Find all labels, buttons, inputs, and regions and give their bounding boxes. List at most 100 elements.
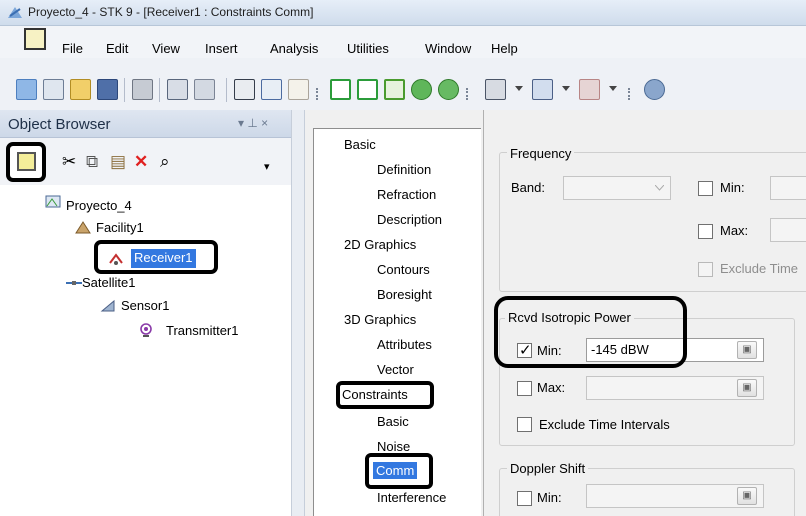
toolbar-separator — [159, 78, 160, 102]
tree-node-receiver[interactable]: Receiver1 — [131, 249, 196, 268]
search-analysis-icon[interactable] — [438, 79, 459, 100]
access-icon[interactable] — [330, 79, 351, 100]
rip-highlight — [494, 296, 687, 368]
globe-icon[interactable] — [644, 79, 665, 100]
freq-min-checkbox[interactable] — [698, 181, 713, 196]
units-icon[interactable]: ▣ — [737, 379, 757, 397]
settings-icon[interactable] — [485, 79, 506, 100]
globe-view-icon[interactable] — [16, 79, 37, 100]
nav-item-constraints-basic[interactable]: Basic — [377, 414, 409, 429]
menu-utilities[interactable]: Utilities — [347, 41, 389, 56]
nav-section-3d-graphics[interactable]: 3D Graphics — [344, 312, 416, 327]
toolbar-grip — [466, 88, 471, 100]
open-icon[interactable] — [70, 79, 91, 100]
freq-max-checkbox[interactable] — [698, 224, 713, 239]
nav-item-description[interactable]: Description — [377, 212, 442, 227]
chevron-down-icon[interactable] — [609, 86, 617, 92]
freq-exclude-label: Exclude Time — [720, 261, 799, 276]
doppler-min-checkbox[interactable] — [517, 491, 532, 506]
menu-analysis[interactable]: Analysis — [270, 41, 318, 56]
deck-icon[interactable] — [384, 79, 405, 100]
insert-icon[interactable] — [167, 79, 188, 100]
nav-item-interference[interactable]: Interference — [377, 490, 446, 505]
rip-exclude-label: Exclude Time Intervals — [539, 417, 670, 432]
nav-item-definition[interactable]: Definition — [377, 162, 431, 177]
object-browser-header: Object Browser ▾ ⊥ × — [0, 110, 291, 138]
chevron-down-icon — [655, 185, 664, 191]
nav-item-contours[interactable]: Contours — [377, 262, 430, 277]
doppler-min-label: Min: — [537, 490, 562, 505]
window-icon[interactable] — [532, 79, 553, 100]
units-icon[interactable]: ▣ — [737, 487, 757, 505]
freq-max-field[interactable] — [770, 218, 806, 242]
properties-button[interactable] — [6, 142, 46, 182]
tree-node-sensor[interactable]: Sensor1 — [121, 298, 169, 313]
find-icon[interactable]: ⌕ — [160, 152, 170, 172]
object-browser-toolbar: ✂ ⧉ ▤ ✕ ⌕ ▾ — [0, 138, 291, 185]
band-select[interactable] — [563, 176, 671, 200]
html-report-icon[interactable] — [234, 79, 255, 100]
rip-max-field[interactable]: ▣ — [586, 376, 764, 400]
scenario-icon — [45, 195, 61, 208]
pane-controls-icon[interactable]: ▾ ⊥ × — [238, 116, 268, 130]
tools-icon[interactable] — [579, 79, 600, 100]
menu-view[interactable]: View — [152, 41, 180, 56]
comm-highlight[interactable]: Comm — [365, 453, 433, 489]
nav-item-refraction[interactable]: Refraction — [377, 187, 436, 202]
menu-window[interactable]: Window — [425, 41, 471, 56]
receiver-highlight[interactable]: Receiver1 — [94, 240, 218, 274]
nav-section-2d-graphics[interactable]: 2D Graphics — [344, 237, 416, 252]
toolbar-grip — [316, 88, 321, 100]
rip-max-checkbox[interactable] — [517, 381, 532, 396]
doppler-min-field[interactable]: ▣ — [586, 484, 764, 508]
nav-item-noise[interactable]: Noise — [377, 439, 410, 454]
chevron-down-icon[interactable] — [515, 86, 523, 92]
chain-icon[interactable] — [357, 79, 378, 100]
rip-group-title: Rcvd Isotropic Power — [505, 310, 634, 325]
graph-icon[interactable] — [288, 79, 309, 100]
facility-icon — [75, 221, 91, 234]
chevron-down-icon[interactable] — [562, 86, 570, 92]
tree-node-facility[interactable]: Facility1 — [96, 220, 144, 235]
frequency-group-title: Frequency — [507, 146, 575, 161]
menu-edit[interactable]: Edit — [106, 41, 128, 56]
nav-section-basic[interactable]: Basic — [344, 137, 376, 152]
menu-file[interactable]: File — [62, 41, 83, 56]
doppler-group-title: Doppler Shift — [507, 461, 589, 476]
report-icon[interactable] — [261, 79, 282, 100]
copy-icon[interactable]: ⧉ — [86, 152, 98, 172]
object-icon[interactable] — [194, 79, 215, 100]
transmitter-icon — [140, 323, 152, 337]
units-icon[interactable]: ▣ — [737, 341, 757, 359]
stk-app-icon — [8, 7, 22, 18]
toolbar-options-icon[interactable]: ▾ — [264, 160, 270, 173]
menu-bar: File Edit View Insert Analysis Utilities… — [0, 26, 806, 58]
rip-exclude-checkbox[interactable] — [517, 417, 532, 432]
freq-max-label: Max: — [720, 223, 749, 238]
toolbar-grip — [628, 88, 633, 100]
freq-min-field[interactable] — [770, 176, 806, 200]
analysis-icon[interactable] — [411, 79, 432, 100]
rip-max-label: Max: — [537, 380, 566, 395]
pane-splitter[interactable] — [291, 110, 305, 516]
menu-insert[interactable]: Insert — [205, 41, 238, 56]
nav-item-comm[interactable]: Comm — [373, 462, 418, 479]
save-icon[interactable] — [97, 79, 118, 100]
object-browser-title: Object Browser — [8, 116, 111, 133]
nav-item-attributes[interactable]: Attributes — [377, 337, 432, 352]
menu-help[interactable]: Help — [491, 41, 518, 56]
nav-item-vector[interactable]: Vector — [377, 362, 414, 377]
paste-icon[interactable]: ▤ — [110, 152, 126, 172]
sensor-icon — [100, 299, 115, 312]
cut-icon[interactable]: ✂ — [62, 152, 76, 172]
document-icon[interactable] — [24, 28, 46, 50]
freq-exclude-checkbox[interactable] — [698, 262, 713, 277]
print-icon[interactable] — [132, 79, 153, 100]
tree-node-transmitter[interactable]: Transmitter1 — [166, 323, 238, 338]
tree-node-scenario[interactable]: Proyecto_4 — [66, 198, 132, 213]
map-view-icon[interactable] — [43, 79, 64, 100]
nav-section-constraints[interactable]: Constraints — [342, 387, 408, 402]
delete-icon[interactable]: ✕ — [134, 152, 148, 172]
tree-node-satellite[interactable]: Satellite1 — [82, 275, 135, 290]
nav-item-boresight[interactable]: Boresight — [377, 287, 432, 302]
